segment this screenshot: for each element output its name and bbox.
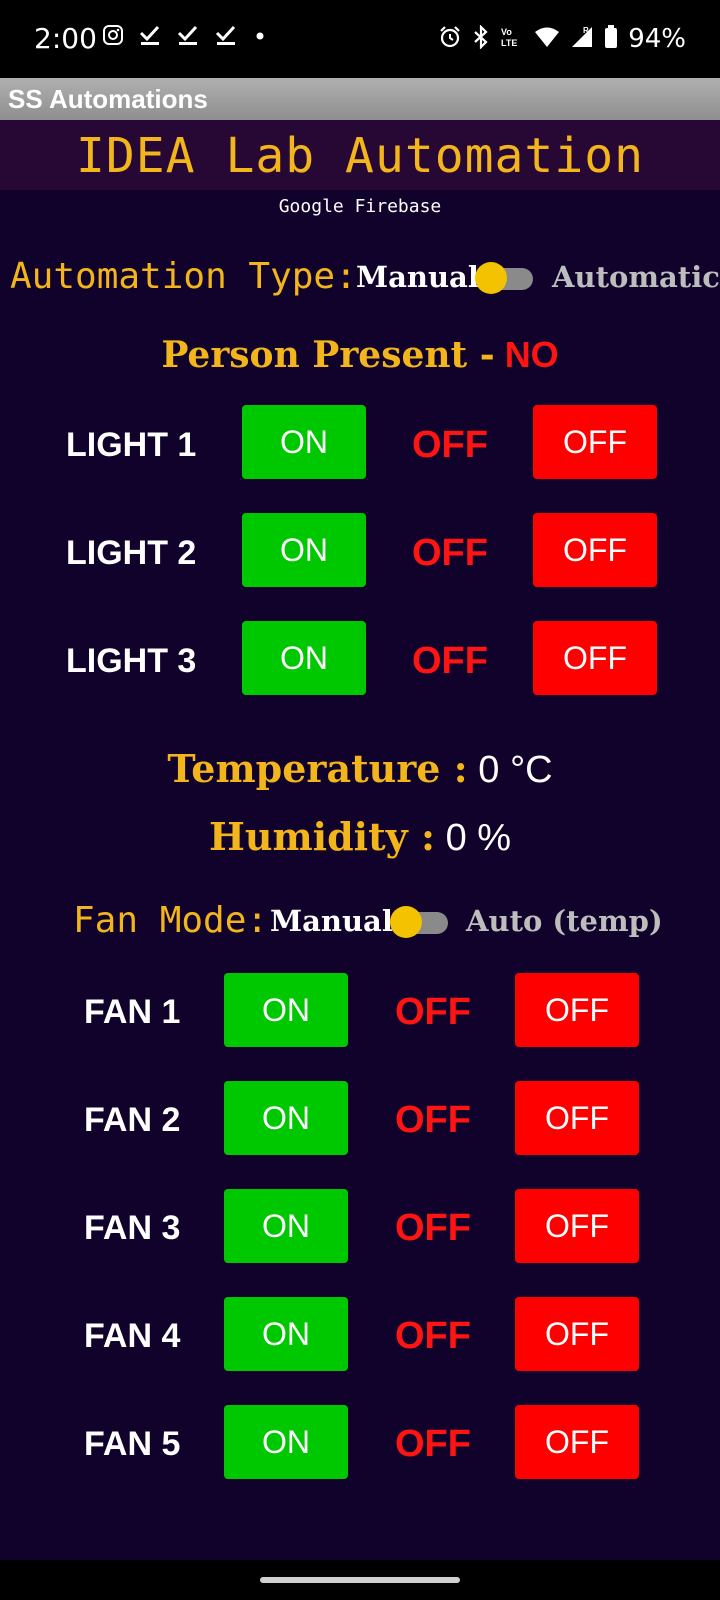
main-content[interactable]: IDEA Lab Automation Google Firebase Auto… (0, 120, 720, 1560)
toggle-thumb (390, 906, 422, 938)
temperature-label: Temperature : (167, 746, 468, 791)
svg-text:LTE: LTE (501, 38, 517, 48)
fan-mode-manual-label: Manual (270, 904, 393, 938)
light-1-state: OFF (412, 424, 488, 466)
status-time: 2:00 (34, 22, 97, 55)
fan-4-on-button[interactable]: ON (224, 1297, 348, 1371)
fan-mode-toggle[interactable] (390, 904, 448, 938)
fan-mode-label: Fan Mode: (73, 900, 269, 941)
automation-type-toggle[interactable] (475, 260, 533, 294)
check-icon (214, 24, 238, 51)
automation-type-label: Automation Type: (10, 256, 357, 297)
navigation-bar (0, 1560, 720, 1600)
fan-4-state: OFF (395, 1315, 471, 1357)
fan-1-on-button[interactable]: ON (224, 973, 348, 1047)
toggle-thumb (475, 262, 507, 294)
dot-icon (252, 24, 268, 51)
humidity-row: Humidity : 0 % (0, 814, 720, 860)
fan-label: FAN 5 (84, 1425, 181, 1463)
fan-5-off-button[interactable]: OFF (515, 1405, 639, 1479)
fan-2-on-button[interactable]: ON (224, 1081, 348, 1155)
bluetooth-icon (472, 23, 490, 54)
fan-4-off-button[interactable]: OFF (515, 1297, 639, 1371)
light-label: LIGHT 2 (66, 534, 197, 572)
fan-label: FAN 1 (84, 993, 181, 1031)
system-icons: Vo LTE R 94% (438, 23, 686, 54)
fan-mode-auto-label: Auto (temp) (466, 904, 663, 938)
fan-3-state: OFF (395, 1207, 471, 1249)
light-2-off-button[interactable]: OFF (533, 513, 657, 587)
light-label: LIGHT 3 (66, 642, 197, 680)
volte-icon: Vo LTE (500, 25, 524, 54)
light-1-off-button[interactable]: OFF (533, 405, 657, 479)
light-3-off-button[interactable]: OFF (533, 621, 657, 695)
instagram-icon (102, 24, 124, 51)
page-subtitle: Google Firebase (278, 196, 442, 217)
fan-3-off-button[interactable]: OFF (515, 1189, 639, 1263)
fan-label: FAN 3 (84, 1209, 181, 1247)
presence-row: Person Present - NO (0, 334, 720, 376)
automation-manual-label: Manual (356, 260, 479, 294)
check-icon (138, 24, 162, 51)
temperature-value: 0 °C (478, 749, 553, 791)
presence-label: Person Present - (161, 334, 495, 376)
home-gesture-handle[interactable] (260, 1577, 460, 1583)
check-icon (176, 24, 200, 51)
notification-icons (102, 24, 268, 51)
svg-text:R: R (583, 26, 589, 35)
presence-value: NO (504, 334, 559, 375)
fan-label: FAN 2 (84, 1101, 181, 1139)
light-2-state: OFF (412, 532, 488, 574)
light-3-on-button[interactable]: ON (242, 621, 366, 695)
fan-1-off-button[interactable]: OFF (515, 973, 639, 1047)
fan-3-on-button[interactable]: ON (224, 1189, 348, 1263)
app-bar: SS Automations (0, 78, 720, 120)
humidity-label: Humidity : (208, 814, 436, 859)
light-label: LIGHT 1 (66, 426, 197, 464)
temperature-row: Temperature : 0 °C (0, 746, 720, 792)
status-bar: 2:00 Vo LTE R 94% (0, 0, 720, 78)
fan-2-off-button[interactable]: OFF (515, 1081, 639, 1155)
light-2-on-button[interactable]: ON (242, 513, 366, 587)
battery-icon (604, 24, 618, 54)
battery-percentage: 94% (628, 24, 686, 54)
wifi-icon (534, 26, 560, 53)
page-title: IDEA Lab Automation (75, 128, 645, 184)
fan-5-state: OFF (395, 1423, 471, 1465)
fan-1-state: OFF (395, 991, 471, 1033)
signal-icon: R (570, 25, 594, 54)
humidity-value: 0 % (445, 817, 512, 859)
light-3-state: OFF (412, 640, 488, 682)
app-bar-title: SS Automations (8, 84, 208, 114)
fan-5-on-button[interactable]: ON (224, 1405, 348, 1479)
fan-2-state: OFF (395, 1099, 471, 1141)
automation-automatic-label: Automatic (552, 260, 720, 294)
svg-text:Vo: Vo (501, 27, 512, 37)
alarm-icon (438, 25, 462, 54)
light-1-on-button[interactable]: ON (242, 405, 366, 479)
fan-label: FAN 4 (84, 1317, 181, 1355)
